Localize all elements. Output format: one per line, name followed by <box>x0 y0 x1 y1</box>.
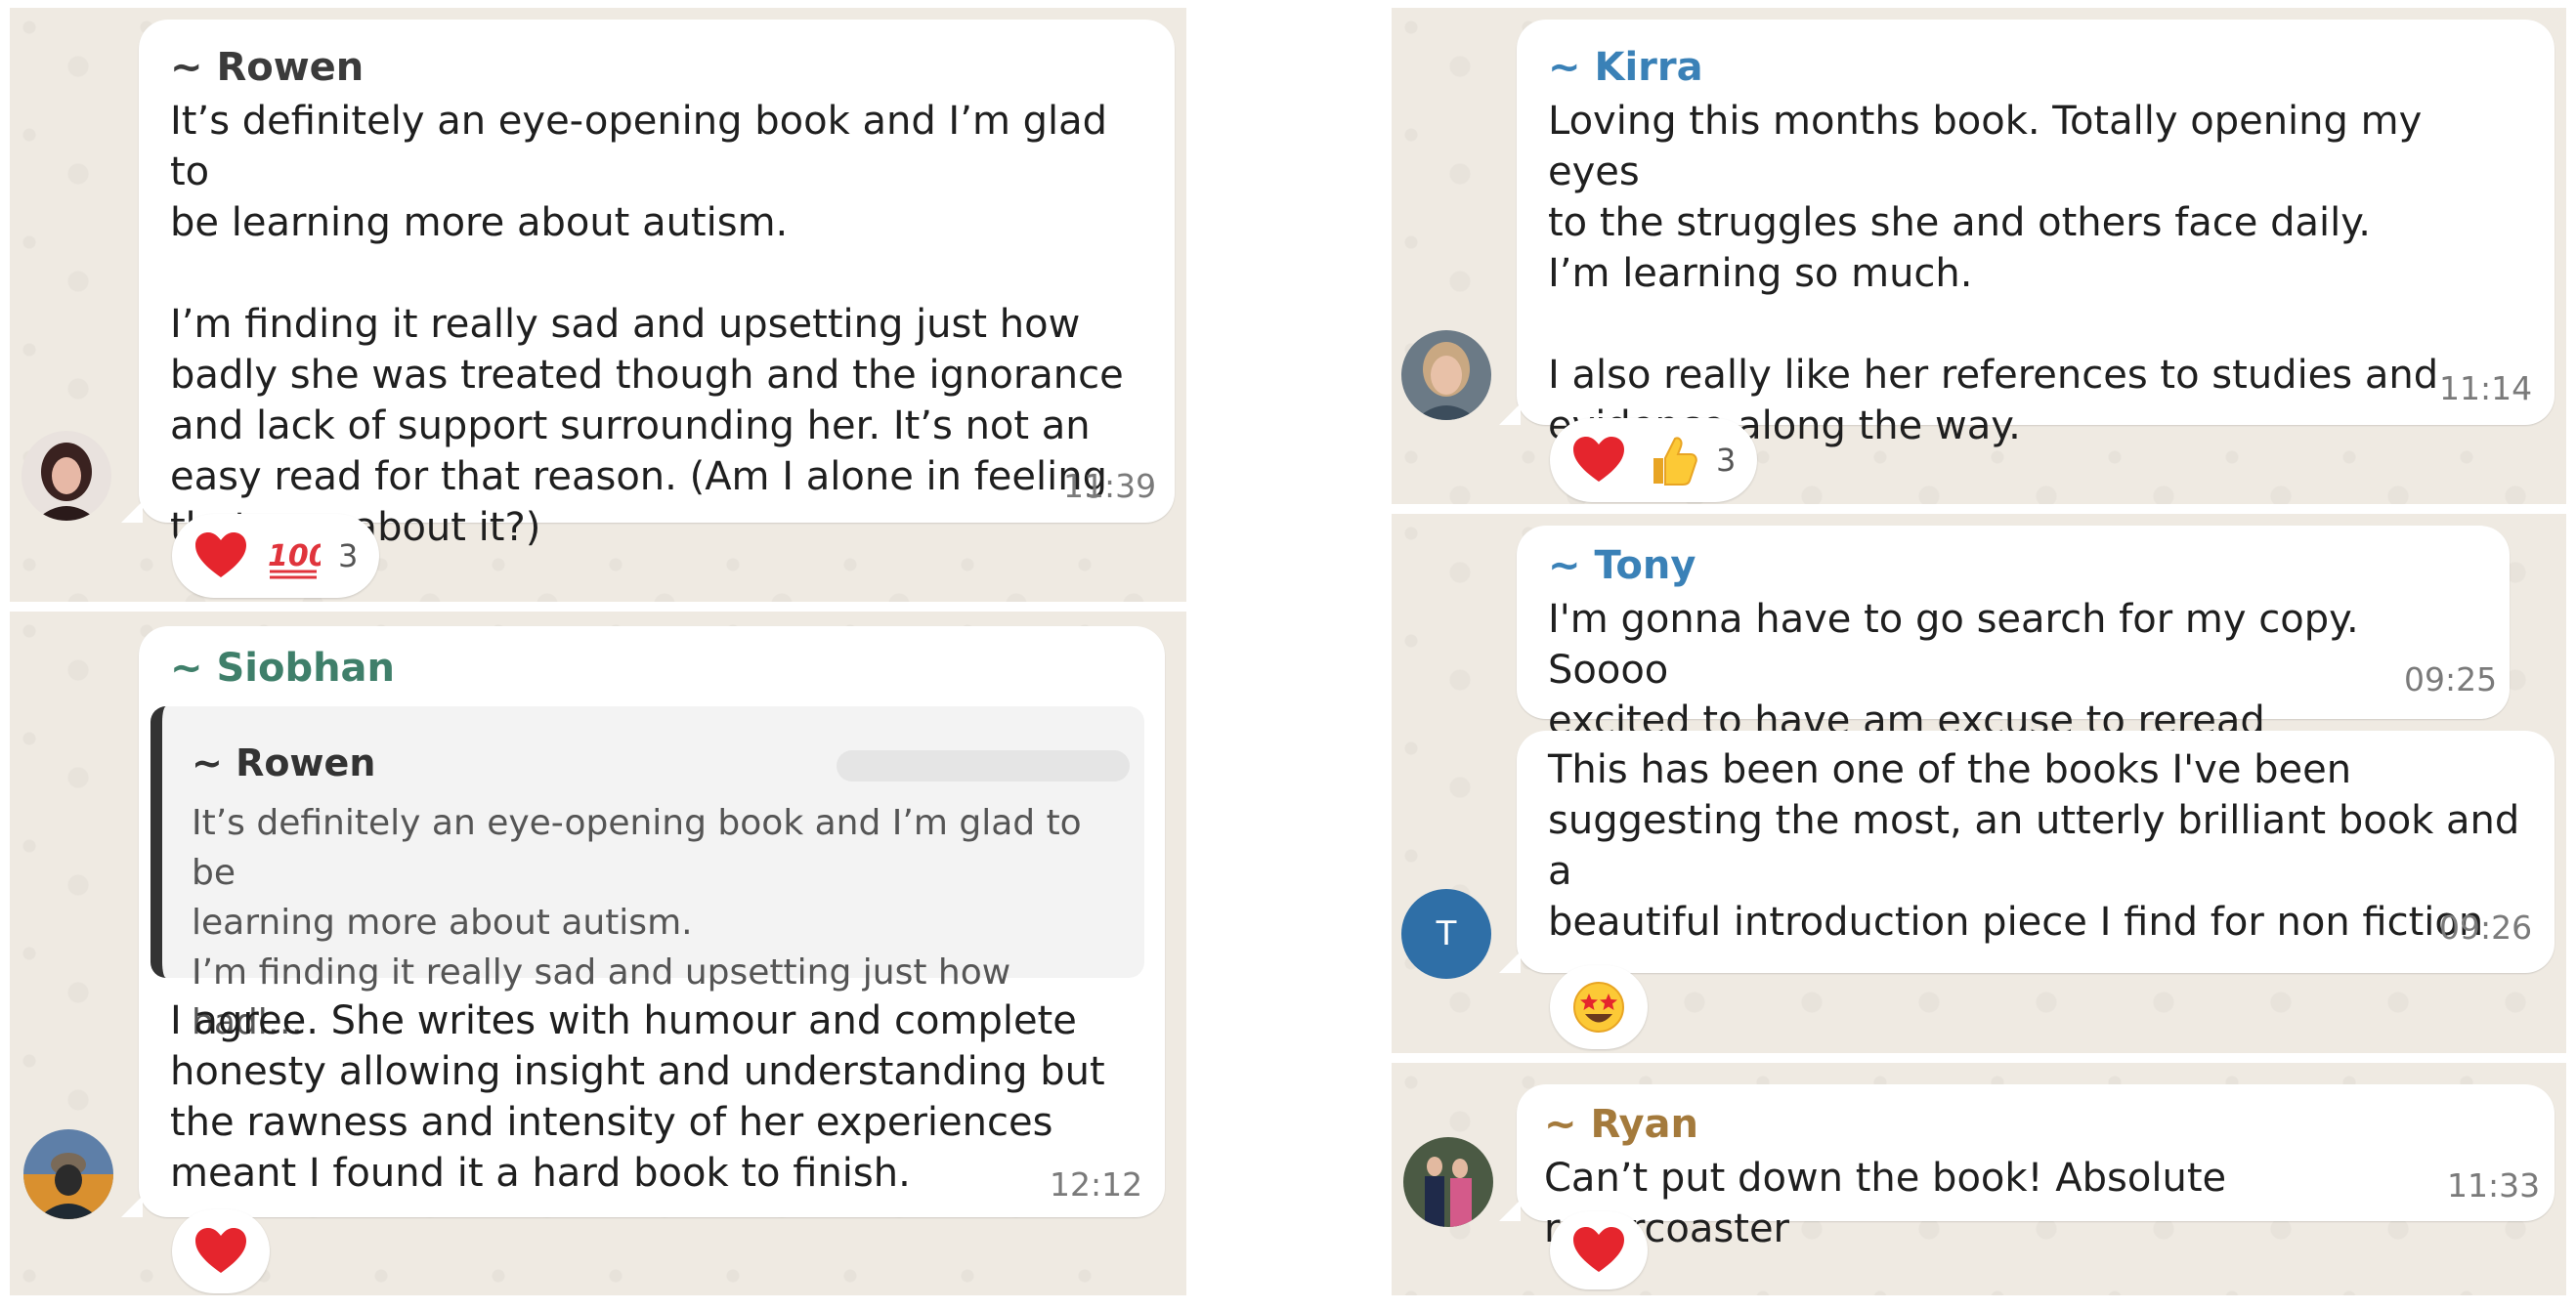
message-text: Loving this months book. Totally opening… <box>1548 99 2439 448</box>
avatar-siobhan[interactable] <box>23 1129 113 1219</box>
avatar-tony[interactable]: T <box>1401 889 1491 979</box>
message-bubble-kirra[interactable]: ~ Kirra Loving this months book. Totally… <box>1499 20 2555 448</box>
quoted-number-redacted <box>837 750 1130 782</box>
reactions-pill[interactable] <box>1550 965 1648 1049</box>
avatar-ryan[interactable] <box>1403 1137 1493 1227</box>
avatar-photo-icon <box>1401 330 1491 420</box>
message-time: 12:12 <box>1050 1165 1143 1204</box>
message-bubble-tony[interactable]: ~ Tony I'm gonna have to go search for m… <box>1517 526 2510 743</box>
quoted-message[interactable]: ~ Rowen It’s definitely an eye-opening b… <box>150 706 1144 1042</box>
message-bubble-rowen[interactable]: ~ Rowen It’s definitely an eye-opening b… <box>121 20 1175 550</box>
reactions-pill[interactable] <box>172 1209 270 1293</box>
avatar-rowen[interactable] <box>21 431 111 521</box>
heart-icon <box>195 1228 246 1273</box>
sender-name[interactable]: ~ Kirra <box>1548 45 1703 90</box>
sender-name[interactable]: ~ Siobhan <box>170 646 395 691</box>
chat-panel-ryan: ~ Ryan Can’t put down the book! Absolute… <box>1392 1063 2566 1295</box>
hundred-points-icon: 100 <box>268 539 321 579</box>
message-text: I agree. She writes with humour and comp… <box>170 998 1105 1196</box>
svg-text:100: 100 <box>268 539 321 573</box>
chat-panel-siobhan: ~ Siobhan ~ Rowen It’s definitely an eye… <box>10 612 1186 1295</box>
message-time: 09:26 <box>2439 909 2533 947</box>
thumbs-up-icon <box>1653 437 1697 486</box>
heart-icon <box>1573 1227 1624 1272</box>
sender-name[interactable]: ~ Ryan <box>1544 1102 1698 1147</box>
reactions-pill[interactable]: 3 <box>1550 418 1758 502</box>
heart-icon <box>195 532 246 577</box>
message-text: This has been one of the books I've been… <box>1548 747 2520 945</box>
message-time: 09:25 <box>2404 660 2498 698</box>
reactions-pill[interactable]: 100 3 <box>172 514 380 598</box>
message-bubble-ryan[interactable]: ~ Ryan Can’t put down the book! Absolute… <box>1499 1084 2555 1251</box>
heart-icon <box>1573 437 1624 482</box>
message-time: 11:33 <box>2447 1166 2541 1205</box>
chat-panel-rowen: ~ Rowen It’s definitely an eye-opening b… <box>10 8 1186 602</box>
message-bubble-siobhan[interactable]: ~ Siobhan ~ Rowen It’s definitely an eye… <box>121 626 1165 1217</box>
avatar-photo-icon <box>23 1129 113 1219</box>
avatar-photo-icon <box>21 431 111 521</box>
chat-panel-tony: T ~ Tony I'm gonna have to go search for… <box>1392 514 2566 1053</box>
chat-panel-kirra: ~ Kirra Loving this months book. Totally… <box>1392 8 2566 504</box>
avatar-kirra[interactable] <box>1401 330 1491 420</box>
sender-name[interactable]: ~ Tony <box>1548 543 1696 588</box>
avatar-letter: T <box>1436 914 1457 953</box>
sender-name[interactable]: ~ Rowen <box>170 45 364 90</box>
message-text: Can’t put down the book! Absolute roller… <box>1544 1156 2227 1251</box>
quoted-sender: ~ Rowen <box>192 741 376 784</box>
avatar-photo-icon <box>1403 1137 1493 1227</box>
star-struck-icon <box>1573 982 1624 1033</box>
message-text: It’s definitely an eye-opening book and … <box>170 99 1124 550</box>
message-text: I'm gonna have to go search for my copy.… <box>1548 597 2359 743</box>
reaction-count: 3 <box>338 537 359 574</box>
reaction-count: 3 <box>1716 442 1737 479</box>
message-time: 11:14 <box>2439 369 2533 407</box>
message-time: 11:39 <box>1063 467 1157 505</box>
message-bubble-tony-followup[interactable]: This has been one of the books I've been… <box>1499 731 2555 973</box>
reactions-pill[interactable] <box>1550 1211 1648 1290</box>
